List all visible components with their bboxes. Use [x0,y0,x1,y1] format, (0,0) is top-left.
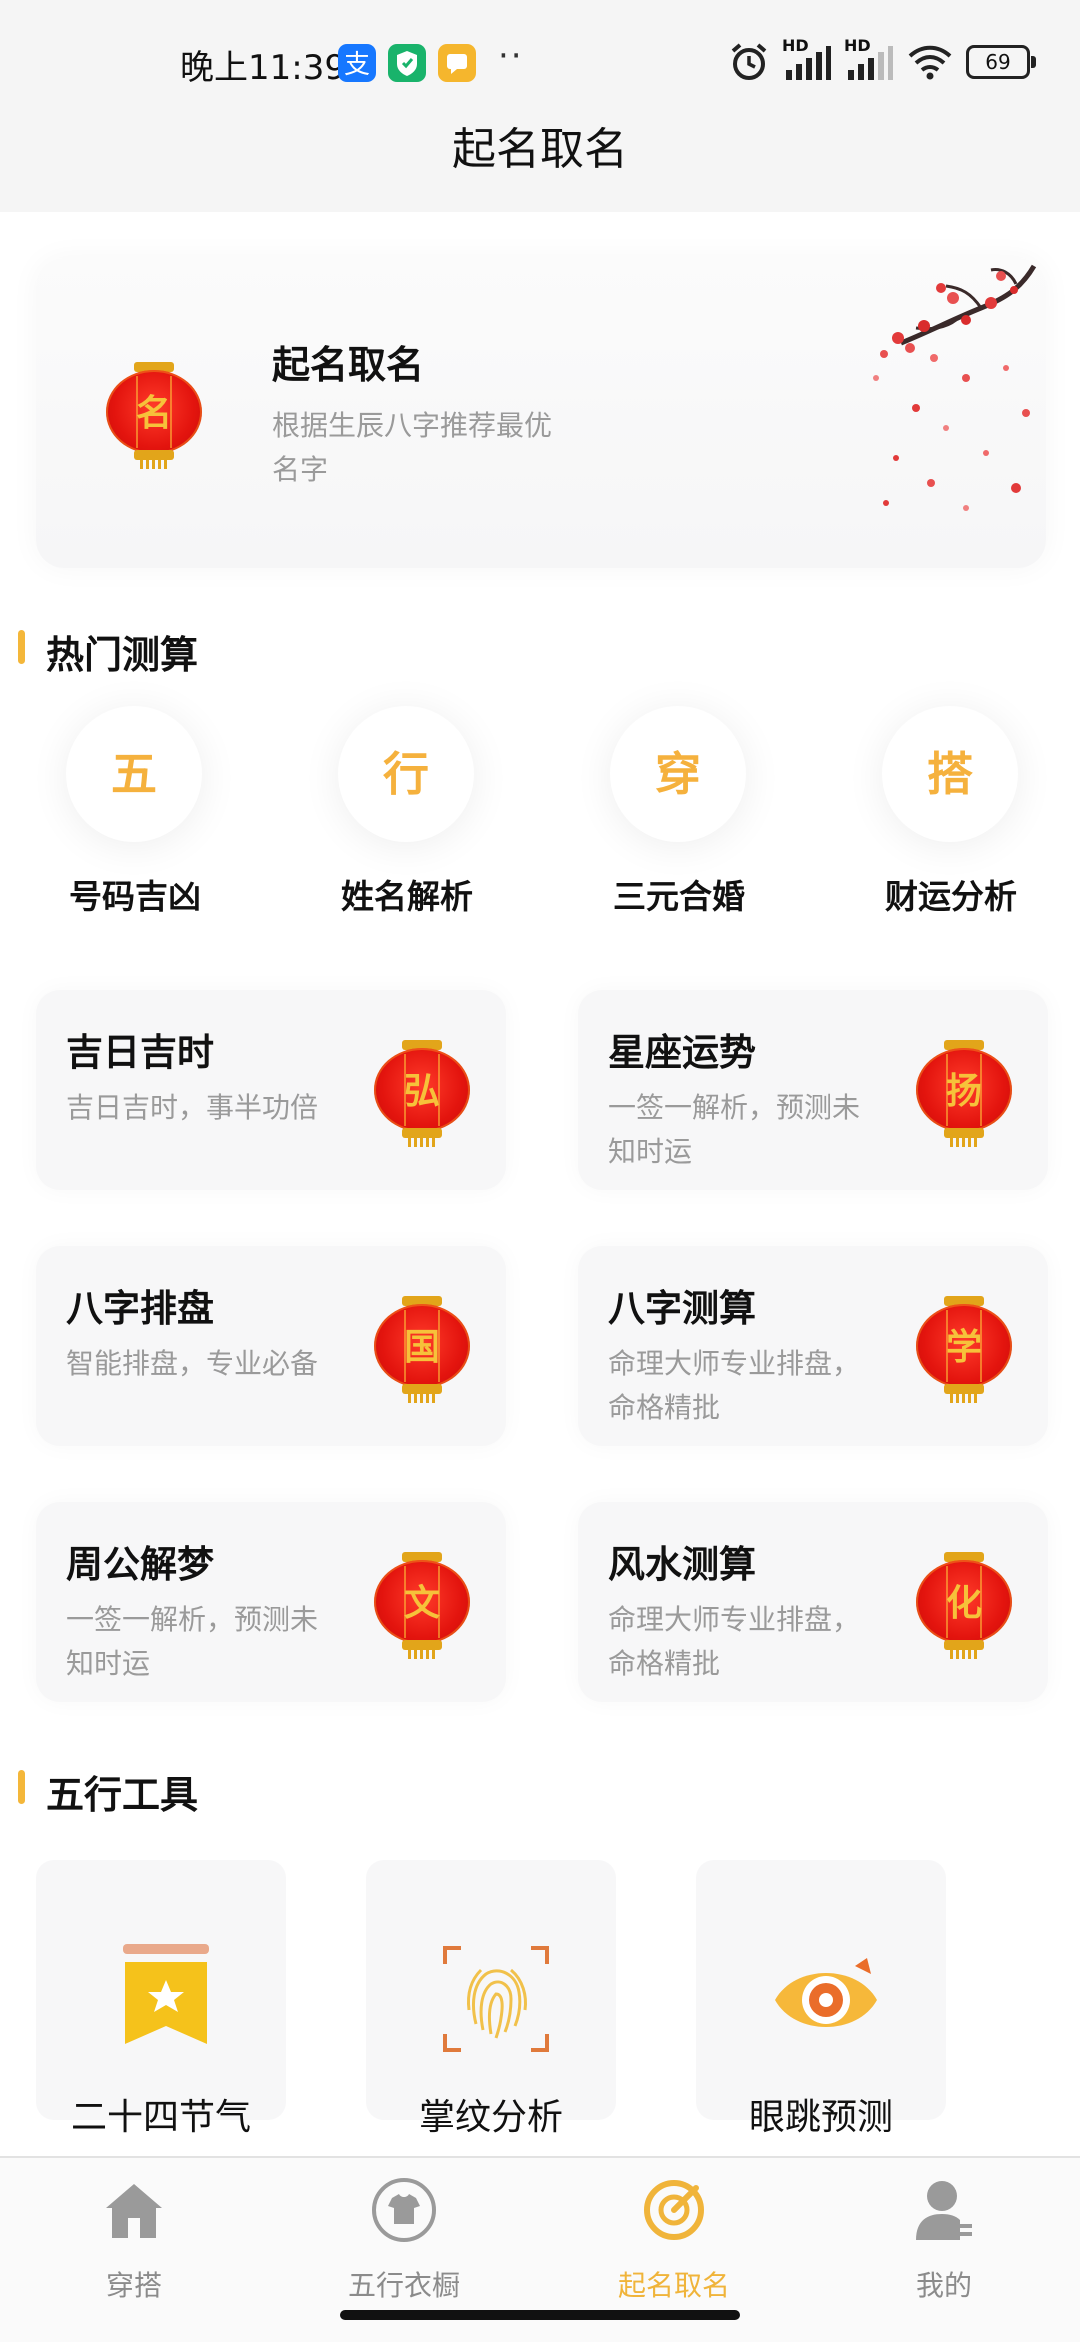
wifi-icon [908,45,952,80]
section-accent-bar [18,1770,25,1804]
lantern-char: 学 [945,1327,982,1368]
status-right: HD HD 69 [728,36,1036,84]
section-accent-bar [18,630,25,664]
svg-text:支: 支 [344,50,370,80]
lantern-icon: 学 [916,1296,1012,1404]
hot-item-char: 行 [383,747,429,801]
lantern-char: 扬 [945,1071,982,1112]
lantern-char: 化 [945,1583,982,1624]
banner-title: 起名取名 [272,343,425,387]
tool-eye-twitch[interactable]: 眼跳预测 [696,1860,946,2138]
card-bazi-chart[interactable]: 八字排盘 智能排盘，专业必备 国 [36,1246,506,1446]
alarm-icon [731,43,767,80]
hot-item-label: 号码吉凶 [69,877,201,916]
page-title: 起名取名 [452,124,628,175]
card-desc: 一签一解析，预测未知时运 [66,1603,319,1680]
signal-icon: HD [844,36,894,84]
banner-desc: 根据生辰八字推荐最优名字 [272,409,553,486]
card-horoscope[interactable]: 星座运势 一签一解析，预测未知时运 扬 [578,990,1048,1190]
hot-item-marriage[interactable]: 穿 三元合婚 [574,706,794,926]
card-desc: 吉日吉时，事半功倍 [66,1091,319,1124]
hot-item-wealth[interactable]: 搭 财运分析 [846,706,1066,926]
solar-terms-icon [123,1944,209,2044]
plum-blossom-illustration [873,264,1037,511]
card-fengshui[interactable]: 风水测算 命理大师专业排盘，命格精批 化 [578,1502,1048,1702]
tool-label: 掌纹分析 [418,2097,563,2138]
nav-label: 穿搭 [105,2269,162,2302]
home-indicator[interactable] [340,2310,740,2320]
hot-item-icon: 穿 [610,706,746,842]
section-title: 五行工具 [46,1773,199,1817]
battery-icon: 69 [966,45,1036,79]
hot-item-number-luck[interactable]: 五 号码吉凶 [30,706,250,926]
nav-item-naming[interactable]: 起名取名 [574,2176,774,2306]
wardrobe-icon [372,2178,436,2242]
lantern-icon: 扬 [916,1040,1012,1148]
card-title: 吉日吉时 [66,1031,214,1074]
card-title: 八字测算 [608,1287,756,1330]
hot-item-label: 三元合婚 [613,877,745,916]
hot-item-icon: 搭 [882,706,1018,842]
lantern-char: 文 [403,1583,440,1624]
card-desc: 一签一解析，预测未知时运 [608,1091,861,1168]
card-desc: 命理大师专业排盘，命格精批 [608,1603,861,1680]
hot-item-icon: 五 [66,706,202,842]
hot-item-icon: 行 [338,706,474,842]
nav-label: 我的 [915,2269,972,2302]
chat-icon [438,44,476,82]
card-title: 八字排盘 [66,1287,214,1330]
card-dream-interpretation[interactable]: 周公解梦 一签一解析，预测未知时运 文 [36,1502,506,1702]
hot-item-char: 穿 [655,747,701,801]
nav-item-profile[interactable]: 我的 [844,2176,1044,2306]
card-title: 星座运势 [608,1031,756,1074]
alipay-icon: 支 [338,44,376,82]
card-desc: 命理大师专业排盘，命格精批 [608,1347,861,1424]
hot-item-label: 财运分析 [885,877,1017,916]
lantern-char: 弘 [403,1071,440,1112]
hot-item-char: 五 [111,747,157,801]
lantern-icon: 名 [106,362,202,470]
hot-item-char: 搭 [927,747,973,801]
card-bazi-reading[interactable]: 八字测算 命理大师专业排盘，命格精批 学 [578,1246,1048,1446]
lantern-icon: 文 [374,1552,470,1660]
nav-item-wardrobe[interactable]: 五行衣橱 [304,2176,504,2306]
naming-icon [644,2180,704,2240]
lantern-char: 名 [135,393,172,434]
nav-label: 起名取名 [617,2269,730,2302]
lantern-icon: 弘 [374,1040,470,1148]
eye-icon [775,1958,877,2027]
card-auspicious-day[interactable]: 吉日吉时 吉日吉时，事半功倍 弘 [36,990,506,1190]
section-title: 热门测算 [46,633,199,677]
shield-icon [388,44,426,82]
lantern-icon: 化 [916,1552,1012,1660]
more-dots-icon: ·· [498,36,524,76]
hot-item-name-analysis[interactable]: 行 姓名解析 [302,706,522,926]
tool-label: 眼跳预测 [748,2097,893,2138]
profile-icon [916,2181,972,2240]
card-title: 周公解梦 [66,1543,214,1586]
lantern-char: 国 [403,1327,440,1368]
tool-palm-analysis[interactable]: 掌纹分析 [366,1860,616,2138]
status-time: 晚上11:39 [180,48,346,88]
home-icon [106,2184,162,2238]
status-bar: 晚上11:39 支 ·· HD HD 69 [0,0,1080,120]
nav-item-outfit[interactable]: 穿搭 [34,2176,234,2306]
card-title: 风水测算 [608,1543,756,1586]
naming-banner[interactable]: 名 起名取名 根据生辰八字推荐最优名字 [36,258,1046,568]
card-desc: 智能排盘，专业必备 [66,1347,319,1380]
signal-icon: HD [782,36,832,84]
title-bar: 起名取名 [0,120,1080,212]
lantern-icon: 国 [374,1296,470,1404]
tool-solar-terms[interactable]: 二十四节气 [36,1860,286,2138]
hot-item-label: 姓名解析 [341,877,473,916]
tool-label: 二十四节气 [70,2097,251,2138]
fingerprint-icon [443,1946,549,2052]
nav-label: 五行衣橱 [347,2269,460,2302]
